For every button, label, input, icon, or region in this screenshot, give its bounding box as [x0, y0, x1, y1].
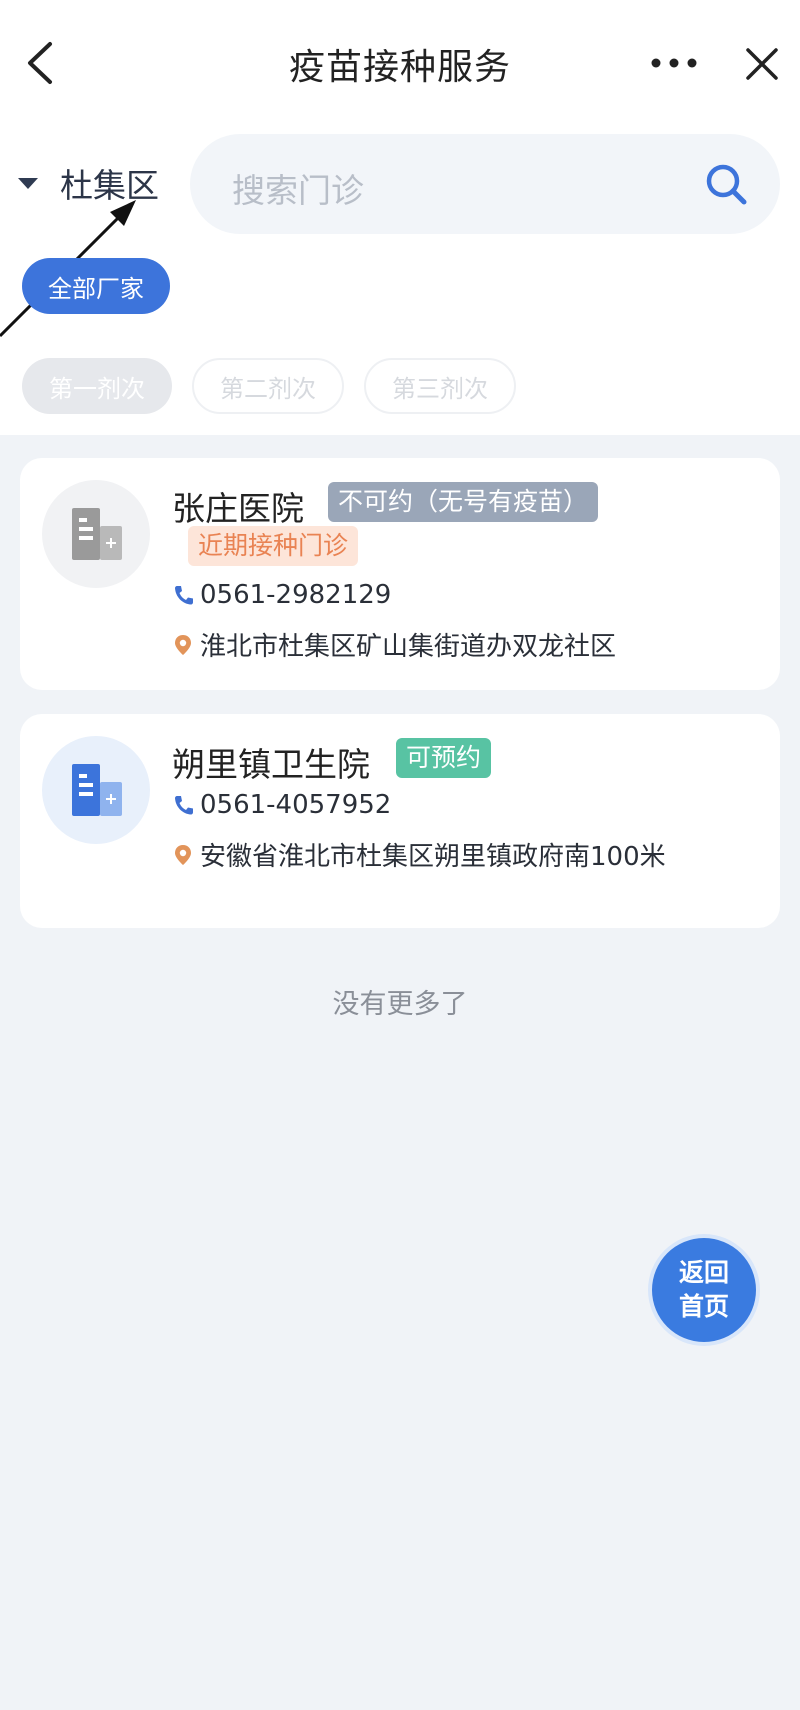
phone-icon: [175, 796, 193, 815]
recent-clinic-badge: 近期接种门诊: [188, 526, 359, 566]
address-line: 安徽省淮北市杜集区朔里镇政府南100米: [172, 836, 666, 873]
phone-line[interactable]: 0561-4057952: [172, 790, 391, 820]
clinic-card[interactable]: 张庄医院 不可约（无号有疫苗） 近期接种门诊 0561-2982129 淮北市杜…: [20, 458, 780, 690]
search-placeholder: 搜索门诊: [232, 171, 364, 210]
manufacturer-chip[interactable]: 全部厂家: [22, 258, 170, 314]
hospital-building-icon: [72, 764, 122, 816]
return-home-label-1: 返回: [678, 1258, 729, 1287]
phone-line[interactable]: 0561-2982129: [172, 580, 391, 610]
address-text: 淮北市杜集区矿山集街道办双龙社区: [200, 632, 617, 662]
hospital-building-icon: [72, 508, 122, 560]
more-dots-icon: [651, 58, 697, 68]
clinic-name: 朔里镇卫生院: [172, 745, 370, 784]
clinic-name: 张庄医院: [172, 489, 304, 528]
dose-chip-3[interactable]: 第三剂次: [364, 358, 516, 414]
list-end-text: 没有更多了: [332, 989, 468, 1020]
location-pin-icon: [175, 844, 191, 865]
return-home-button[interactable]: 返回 首页: [652, 1238, 756, 1342]
phone-number: 0561-4057952: [200, 790, 392, 820]
search-input[interactable]: 搜索门诊: [190, 134, 780, 234]
status-badge: 可预约: [396, 738, 492, 778]
status-badge: 不可约（无号有疫苗）: [328, 482, 599, 522]
clinic-avatar: [42, 480, 150, 588]
address-text: 安徽省淮北市杜集区朔里镇政府南100米: [200, 842, 666, 872]
close-icon: [746, 48, 778, 80]
location-pin-icon: [175, 634, 191, 655]
clinic-avatar: [42, 736, 150, 844]
top-panel: 疫苗接种服务 杜集区 搜索门诊 全部厂家 第一剂次 第二剂次 第三剂次: [0, 0, 800, 435]
dose-chip-2[interactable]: 第二剂次: [192, 358, 344, 414]
dose-chip-1[interactable]: 第一剂次: [22, 358, 172, 414]
clinic-card[interactable]: 朔里镇卫生院 可预约 0561-4057952 安徽省淮北市杜集区朔里镇政府南1…: [20, 714, 780, 928]
close-button[interactable]: [740, 42, 784, 86]
phone-icon: [175, 586, 193, 605]
search-icon[interactable]: [702, 160, 750, 208]
nav-bar: 疫苗接种服务: [0, 0, 800, 126]
phone-number: 0561-2982129: [200, 580, 392, 610]
more-button[interactable]: [650, 48, 700, 78]
return-home-label-2: 首页: [678, 1292, 729, 1321]
address-line: 淮北市杜集区矿山集街道办双龙社区: [172, 626, 616, 663]
caret-down-icon: [18, 177, 38, 189]
